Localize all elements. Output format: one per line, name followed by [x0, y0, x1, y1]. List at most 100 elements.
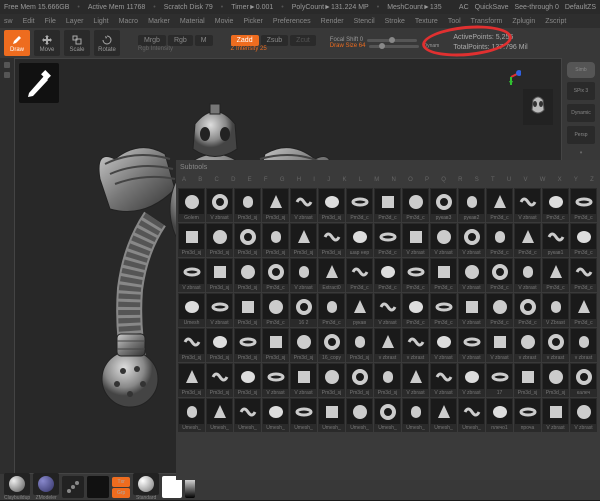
subtool-item[interactable]: V zbrast — [178, 258, 205, 292]
subtool-item[interactable]: V zbrast — [206, 293, 233, 327]
subtool-item[interactable]: Pm3d_c — [374, 258, 401, 292]
subtool-item[interactable]: Pm3d_sj — [178, 363, 205, 397]
alpha-filter-M[interactable]: M — [374, 177, 379, 183]
move-tool[interactable]: Move — [34, 30, 60, 56]
subtool-item[interactable]: Pm3d_sj — [262, 328, 289, 362]
subtool-item[interactable]: 17 — [486, 363, 513, 397]
alpha-filter-U[interactable]: U — [507, 177, 511, 183]
subtool-item[interactable]: Pm3d_c — [514, 293, 541, 327]
subtool-item[interactable]: V zbrast — [458, 363, 485, 397]
subtool-item[interactable]: шар нер — [346, 223, 373, 257]
menu-zplugin[interactable]: Zplugin — [512, 18, 535, 25]
subtool-item[interactable]: Pm3d_sj — [262, 223, 289, 257]
subtool-item[interactable]: Pm3d_sj — [206, 223, 233, 257]
subtool-item[interactable]: v zbrast — [542, 328, 569, 362]
subtool-item[interactable]: Pm3d_sj — [234, 258, 261, 292]
subtool-item[interactable]: Pm3d_sj — [234, 223, 261, 257]
dynamic-label[interactable]: Dynam — [423, 43, 439, 49]
subtool-item[interactable]: Umesh_ — [402, 398, 429, 432]
subtool-item[interactable]: Pm3d_sj — [206, 363, 233, 397]
alpha-filter-D[interactable]: D — [231, 177, 235, 183]
seethrough-slider[interactable]: See-through 0 — [515, 4, 559, 11]
zsub-button[interactable]: Zsub — [261, 35, 289, 46]
head-subtool-preview[interactable] — [523, 89, 553, 125]
alpha-filter-G[interactable]: G — [280, 177, 285, 183]
brush-claybuildup[interactable] — [4, 473, 30, 495]
left-tool-item[interactable] — [4, 62, 10, 68]
subtool-item[interactable]: Pm3d_c — [262, 258, 289, 292]
subtool-item[interactable]: Umesh_ — [206, 398, 233, 432]
subtool-item[interactable]: Pm3d_c — [402, 293, 429, 327]
alpha-filter-Y[interactable]: Y — [574, 177, 578, 183]
subtool-item[interactable]: Umesh_ — [234, 398, 261, 432]
subtool-item[interactable]: V zbrast — [290, 363, 317, 397]
subtool-item[interactable]: Pm3d_sj — [234, 293, 261, 327]
subtool-item[interactable]: Pm3d_c — [318, 293, 345, 327]
subtool-item[interactable]: Pm3d_sj — [206, 328, 233, 362]
subtool-item[interactable]: Pm3d_sj — [234, 188, 261, 222]
subtool-item[interactable]: рукав2 — [458, 188, 485, 222]
rgb-button[interactable]: Rgb — [168, 35, 193, 46]
subtool-item[interactable]: Pm3d_c — [402, 258, 429, 292]
focal-shift-slider[interactable] — [367, 39, 417, 42]
subtool-item[interactable]: Extract0 — [318, 258, 345, 292]
subtool-item[interactable]: Pm3d_sj — [318, 363, 345, 397]
txr-button[interactable]: Txr — [112, 477, 130, 487]
menu-render[interactable]: Render — [321, 18, 344, 25]
axis-gizmo[interactable] — [501, 67, 521, 87]
subtool-item[interactable]: Pm3d_c — [346, 258, 373, 292]
subtool-item[interactable]: V zbrast — [570, 398, 597, 432]
subtool-item[interactable]: Umesh_ — [262, 398, 289, 432]
alpha-filter-R[interactable]: R — [458, 177, 462, 183]
subtool-item[interactable]: Umesh_ — [458, 398, 485, 432]
subtool-item[interactable]: Pm3d_c — [542, 188, 569, 222]
draw-size-slider[interactable] — [369, 45, 419, 48]
subtool-item[interactable]: Pm3d_c — [430, 258, 457, 292]
subtool-item[interactable]: Pm3d_c — [486, 258, 513, 292]
subtool-item[interactable]: V zbrast — [402, 363, 429, 397]
subtool-item[interactable]: Pm3d_c — [262, 293, 289, 327]
menu-movie[interactable]: Movie — [215, 18, 234, 25]
subtool-item[interactable]: V zbrast — [206, 188, 233, 222]
subtool-item[interactable]: рукав3 — [430, 188, 457, 222]
subtool-item[interactable]: v zbrast — [402, 328, 429, 362]
subtool-item[interactable]: Umesh_ — [374, 398, 401, 432]
alpha-filter-S[interactable]: S — [475, 177, 479, 183]
subtool-item[interactable]: V zbrast — [542, 398, 569, 432]
subtool-item[interactable]: Pm3d_c — [346, 188, 373, 222]
menu-material[interactable]: Material — [180, 18, 205, 25]
subtool-item[interactable]: Pm3d_c — [486, 293, 513, 327]
scale-tool[interactable]: Scale — [64, 30, 90, 56]
subtool-item[interactable]: Pm3d_sj — [234, 328, 261, 362]
subtool-item[interactable]: Umesh_ — [430, 398, 457, 432]
subtool-item[interactable]: V zbrast — [374, 293, 401, 327]
alpha-slot[interactable] — [87, 476, 109, 498]
persp-button[interactable]: Persp — [567, 126, 595, 144]
subtool-item[interactable]: Pm3d_c — [402, 188, 429, 222]
subtool-item[interactable]: Pm3d_sj — [234, 363, 261, 397]
subtool-item[interactable]: Golem — [178, 188, 205, 222]
subtool-item[interactable]: Pm3d_sj — [514, 363, 541, 397]
menu-preferences[interactable]: Preferences — [273, 18, 311, 25]
left-tool-item[interactable] — [4, 72, 10, 78]
subtool-item[interactable]: Umesh_ — [290, 398, 317, 432]
grp-button[interactable]: Grp — [112, 488, 130, 498]
subtool-item[interactable]: Pm3d_c — [570, 223, 597, 257]
subtool-item[interactable]: Umesh_ — [178, 398, 205, 432]
subtool-item[interactable]: Pm3d_sj — [206, 258, 233, 292]
subtool-item[interactable]: Pm3d_c — [486, 223, 513, 257]
subtool-item[interactable]: V zbrast — [290, 258, 317, 292]
brush-zmodeler[interactable] — [33, 473, 59, 495]
subtool-item[interactable]: 16 2 — [290, 293, 317, 327]
subtool-item[interactable]: Pm3d_c — [570, 293, 597, 327]
menu-stencil[interactable]: Stencil — [354, 18, 375, 25]
menu-sw[interactable]: sw — [4, 18, 13, 25]
menu-zscript[interactable]: Zscript — [545, 18, 566, 25]
subtool-item[interactable]: Pm3d_c — [374, 188, 401, 222]
subtool-item[interactable]: Umesh — [178, 293, 205, 327]
subtool-item[interactable]: Umesh_ — [318, 398, 345, 432]
m-button[interactable]: M — [195, 35, 213, 46]
quicksave-button[interactable]: QuickSave — [475, 4, 509, 11]
subtool-item[interactable]: V zbrast — [402, 223, 429, 257]
subtool-item[interactable]: V zbrast — [458, 328, 485, 362]
